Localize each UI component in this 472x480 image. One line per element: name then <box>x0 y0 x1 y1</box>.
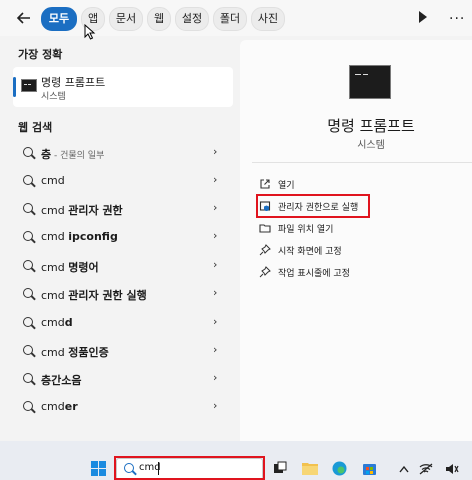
result-bold-text: 명령어 <box>68 261 99 274</box>
result-bold-text: 층간소음 <box>41 374 82 387</box>
result-query-text: cmd <box>41 204 69 217</box>
chevron-right-icon: › <box>213 258 218 271</box>
folder-icon <box>259 224 271 233</box>
open-file-location-label: 파일 위치 열기 <box>278 225 334 235</box>
network-icon[interactable] <box>419 463 433 475</box>
chevron-right-icon: › <box>213 315 218 328</box>
best-match-item[interactable]: 명령 프롬프트 시스템 <box>13 67 233 107</box>
command-prompt-large-icon <box>349 65 391 99</box>
open-action[interactable]: 열기 <box>254 174 464 196</box>
result-query-text: cmd <box>41 346 69 359</box>
more-options-button[interactable]: ... <box>449 7 465 23</box>
web-result-item[interactable]: cmdd › <box>13 309 233 337</box>
task-view-icon[interactable] <box>273 461 287 475</box>
tab-folders[interactable]: 폴더 <box>213 7 247 31</box>
result-query-text: cmd <box>41 230 69 243</box>
result-bold-text: 정품인증 <box>68 346 109 359</box>
best-match-heading: 가장 정확 <box>18 48 63 61</box>
result-description: - 건물의 일부 <box>51 151 105 161</box>
search-icon <box>23 231 33 241</box>
app-type: 시스템 <box>357 140 385 151</box>
result-bold-text: ipconfig <box>68 230 118 243</box>
result-bold-text: 관리자 권한 <box>68 204 123 217</box>
tab-settings[interactable]: 설정 <box>175 7 209 31</box>
best-match-type: 시스템 <box>41 92 66 102</box>
back-arrow-icon[interactable] <box>14 8 34 28</box>
edge-browser-icon[interactable] <box>332 461 347 476</box>
pin-to-taskbar-label: 작업 표시줄에 고정 <box>278 269 350 279</box>
tab-web[interactable]: 웹 <box>147 7 171 31</box>
tab-documents[interactable]: 문서 <box>109 7 143 31</box>
web-result-item[interactable]: 층 - 건물의 일부 › <box>13 139 233 167</box>
result-query-text: cmd <box>41 316 65 329</box>
speaker-icon[interactable] <box>445 463 459 475</box>
chevron-up-icon[interactable] <box>399 465 409 473</box>
chevron-right-icon: › <box>213 145 218 158</box>
chevron-right-icon: › <box>213 173 218 186</box>
web-result-item[interactable]: cmder › <box>13 393 233 421</box>
best-match-name: 명령 프롬프트 <box>41 76 106 89</box>
result-bold-text: d <box>64 316 73 329</box>
open-action-label: 열기 <box>278 181 295 191</box>
search-icon <box>23 345 33 355</box>
search-icon <box>23 175 33 185</box>
selection-indicator <box>13 77 16 97</box>
tab-photos[interactable]: 사진 <box>251 7 285 31</box>
windows-start-icon[interactable] <box>91 461 106 476</box>
store-icon[interactable] <box>362 461 377 476</box>
search-icon <box>23 317 33 327</box>
file-explorer-icon[interactable] <box>302 461 318 475</box>
app-title: 명령 프롬프트 <box>327 117 415 135</box>
chevron-right-icon: › <box>213 399 218 412</box>
open-file-location-action[interactable]: 파일 위치 열기 <box>254 218 464 240</box>
web-result-item[interactable]: cmd 정품인증 › <box>13 337 233 365</box>
open-external-icon <box>260 179 270 189</box>
web-result-item[interactable]: 층간소음 › <box>13 365 233 393</box>
pin-to-start-action[interactable]: 시작 화면에 고정 <box>254 240 464 262</box>
pin-to-start-label: 시작 화면에 고정 <box>278 247 342 257</box>
web-result-item[interactable]: cmd › <box>13 167 233 195</box>
result-bold-text: er <box>64 400 78 413</box>
web-result-item[interactable]: cmd 명령어 › <box>13 252 233 280</box>
pin-to-taskbar-action[interactable]: 작업 표시줄에 고정 <box>254 262 464 284</box>
chevron-right-icon: › <box>213 201 218 214</box>
result-query-text: cmd <box>41 400 65 413</box>
tab-all[interactable]: 모두 <box>41 7 77 31</box>
search-icon <box>23 288 33 298</box>
divider <box>252 162 472 163</box>
pin-icon <box>259 266 271 278</box>
chevron-right-icon: › <box>213 371 218 384</box>
app-preview-pane: 명령 프롬프트 시스템 열기 관리자 권한으로 실행 파일 위치 열기 시작 화… <box>240 40 472 441</box>
result-query-text: cmd <box>41 261 69 274</box>
highlight-box <box>256 194 370 218</box>
filter-bar: 모두 앱 문서 웹 설정 폴더 사진 ... <box>0 0 472 40</box>
search-icon <box>23 260 33 270</box>
chevron-right-icon: › <box>213 229 218 242</box>
chevron-right-icon: › <box>213 343 218 356</box>
web-result-item[interactable]: cmd 관리자 권한 › <box>13 195 233 223</box>
search-icon <box>23 203 33 213</box>
result-bold-text: 관리자 권한 실행 <box>68 289 147 302</box>
search-icon <box>23 401 33 411</box>
start-search-panel: 모두 앱 문서 웹 설정 폴더 사진 ... 가장 정확 명령 프롬프트 시스템… <box>0 0 472 441</box>
web-result-item[interactable]: cmd 관리자 권한 실행 › <box>13 280 233 308</box>
result-bold-text: 층 <box>41 148 52 161</box>
result-query-text: cmd <box>41 174 65 187</box>
play-icon[interactable] <box>419 11 427 23</box>
search-icon <box>23 373 33 383</box>
web-search-heading: 웹 검색 <box>18 121 53 134</box>
pin-icon <box>259 244 271 256</box>
chevron-right-icon: › <box>213 286 218 299</box>
web-result-item[interactable]: cmd ipconfig › <box>13 223 233 251</box>
search-highlight-box <box>114 456 265 480</box>
command-prompt-icon <box>21 79 37 92</box>
search-icon <box>23 147 33 157</box>
result-query-text: cmd <box>41 289 69 302</box>
